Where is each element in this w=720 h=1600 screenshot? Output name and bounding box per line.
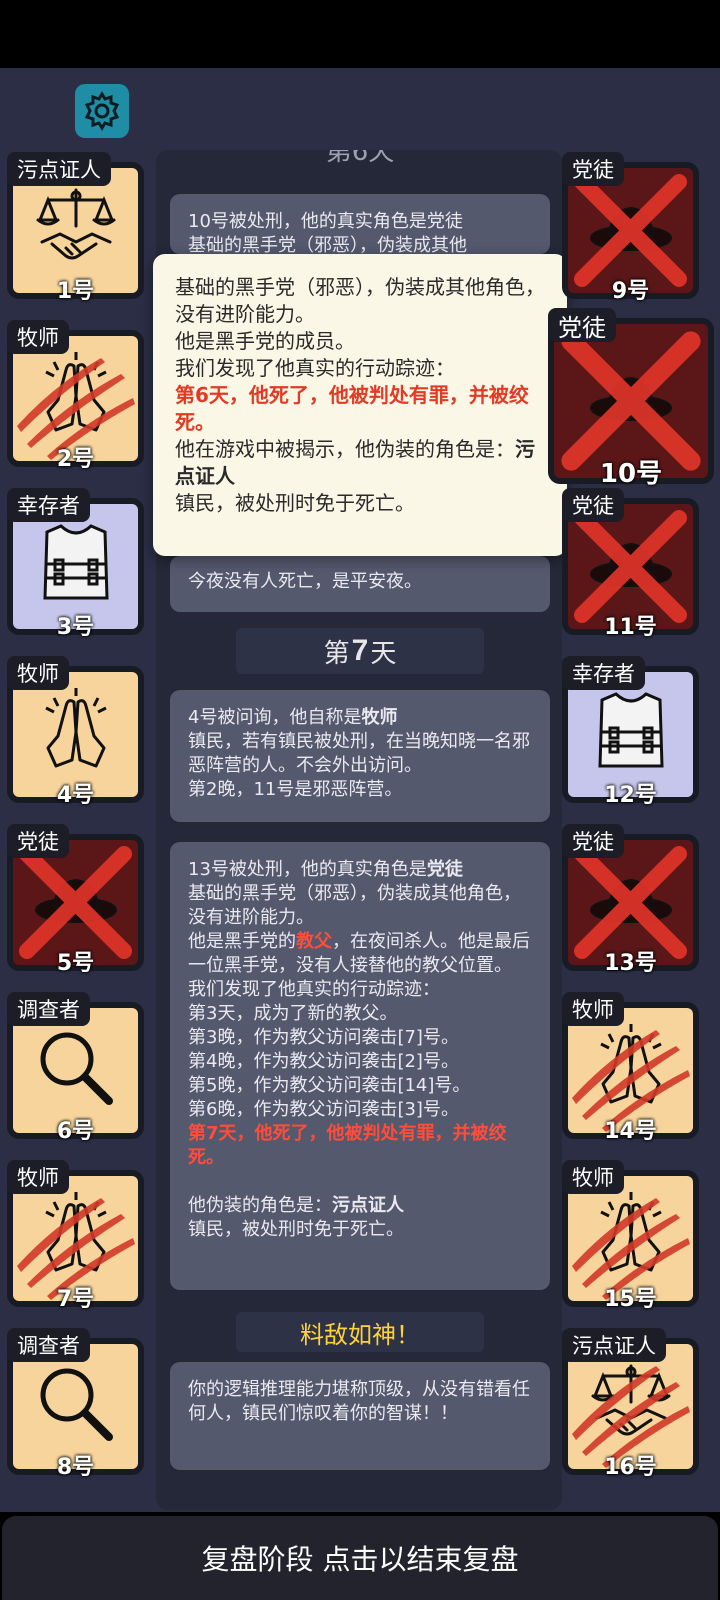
player-number: 3号 bbox=[56, 615, 95, 640]
player-tile-7[interactable]: 牧师 7号 bbox=[7, 1160, 144, 1312]
player-number: 7号 bbox=[56, 1287, 95, 1312]
day6-header: 第6天 bbox=[325, 150, 395, 167]
player-role-label: 牧师 bbox=[7, 320, 69, 354]
magnifier-icon bbox=[40, 1032, 113, 1105]
trail-line: 第3晚，作为教父访问袭击[7]号。 bbox=[188, 1027, 459, 1048]
log-card-peace: 今夜没有人死亡，是平安夜。 bbox=[170, 556, 550, 612]
player-tile-14[interactable]: 牧师 14号 bbox=[562, 992, 699, 1144]
log-card-praise: 你的逻辑推理能力堪称顶级，从没有错看任何人，镇民们惊叹着你的智谋！！ bbox=[170, 1362, 550, 1470]
player-tile-10[interactable]: 党徒 10号 bbox=[548, 308, 714, 489]
player-tile-2[interactable]: 牧师 2号 bbox=[7, 320, 144, 472]
trail-line: 第3天，成为了新的教父。 bbox=[188, 1003, 398, 1024]
status-bar bbox=[0, 0, 720, 68]
player-role-label: 幸存者 bbox=[7, 488, 90, 522]
player-role-label: 牧师 bbox=[562, 1160, 624, 1194]
player-tile-15[interactable]: 牧师 15号 bbox=[562, 1160, 699, 1312]
player-tile-1[interactable]: 污点证人 1号 bbox=[7, 152, 144, 304]
player-role-label: 党徒 bbox=[562, 488, 624, 522]
player-number: 11号 bbox=[604, 615, 657, 640]
player-number: 8号 bbox=[56, 1455, 95, 1480]
player-tile-16[interactable]: 污点证人 16号 bbox=[562, 1328, 699, 1480]
player-number: 5号 bbox=[56, 951, 95, 976]
settings-button[interactable] bbox=[75, 84, 129, 138]
player-number: 15号 bbox=[604, 1287, 657, 1312]
trail-line: 第4晚，作为教父访问袭击[2]号。 bbox=[188, 1051, 459, 1072]
praying-hands-icon bbox=[44, 688, 107, 768]
player-tile-8[interactable]: 调查者 8号 bbox=[7, 1328, 144, 1480]
player-tile-9[interactable]: 党徒 9号 bbox=[562, 152, 699, 304]
trail-line: 第5晚，作为教父访问袭击[14]号。 bbox=[188, 1075, 471, 1096]
player-number: 4号 bbox=[56, 783, 95, 808]
magnifier-icon bbox=[40, 1368, 113, 1441]
vest-icon bbox=[42, 524, 109, 600]
player-number: 14号 bbox=[604, 1119, 657, 1144]
player-role-label: 牧师 bbox=[7, 1160, 69, 1194]
trail-line: 第6晚，作为教父访问袭击[3]号。 bbox=[188, 1099, 459, 1120]
player-role-label: 牧师 bbox=[562, 992, 624, 1026]
player-number: 13号 bbox=[604, 951, 657, 976]
player-role-label: 幸存者 bbox=[562, 656, 645, 690]
player-number: 6号 bbox=[56, 1119, 95, 1144]
player-tile-6[interactable]: 调查者 6号 bbox=[7, 992, 144, 1144]
player-number: 10号 bbox=[599, 459, 663, 489]
player-tile-4[interactable]: 牧师 4号 bbox=[7, 656, 144, 808]
player-tile-11[interactable]: 党徒 11号 bbox=[562, 488, 699, 640]
player-role-label: 党徒 bbox=[548, 308, 616, 342]
player-number: 16号 bbox=[604, 1455, 657, 1480]
player-number: 12号 bbox=[604, 783, 657, 808]
player-role-label: 党徒 bbox=[562, 152, 624, 186]
log-card-day6-execution: 10号被处刑，他的真实角色是党徒 基础的黑手党（邪恶），伪装成其他 bbox=[170, 194, 550, 254]
vest-icon bbox=[597, 692, 664, 768]
log-card-execution: 13号被处刑，他的真实角色是党徒 基础的黑手党（邪恶），伪装成其他角色，没有进阶… bbox=[170, 842, 550, 1290]
scales-handshake-icon bbox=[36, 188, 115, 260]
praise-header: 料敌如神！ bbox=[236, 1312, 484, 1352]
player-tile-13[interactable]: 党徒 13号 bbox=[562, 824, 699, 976]
player-role-label: 调查者 bbox=[7, 1328, 90, 1362]
player-number: 2号 bbox=[56, 447, 95, 472]
player-role-label: 调查者 bbox=[7, 992, 90, 1026]
player-tile-3[interactable]: 幸存者 3号 bbox=[7, 488, 144, 640]
player-role-label: 牧师 bbox=[7, 656, 69, 690]
role-detail-popup[interactable]: 基础的黑手党（邪恶），伪装成其他角色，没有进阶能力。 他是黑手党的成员。 我们发… bbox=[153, 254, 567, 556]
player-role-label: 党徒 bbox=[562, 824, 624, 858]
log-card-claim: 4号被问询，他自称是牧师 镇民，若有镇民被处刑，在当晚知晓一名邪恶阵营的人。不会… bbox=[170, 690, 550, 822]
gear-icon bbox=[84, 91, 120, 131]
player-number: 9号 bbox=[611, 279, 650, 304]
day7-header: 第7天 bbox=[236, 628, 484, 674]
player-tile-5[interactable]: 党徒 5号 bbox=[7, 824, 144, 976]
player-number: 1号 bbox=[56, 279, 95, 304]
player-role-label: 污点证人 bbox=[562, 1328, 666, 1362]
end-review-button[interactable]: 复盘阶段 点击以结束复盘 bbox=[2, 1516, 718, 1600]
player-tile-12[interactable]: 幸存者 12号 bbox=[562, 656, 699, 808]
player-role-label: 党徒 bbox=[7, 824, 69, 858]
player-role-label: 污点证人 bbox=[7, 152, 111, 186]
